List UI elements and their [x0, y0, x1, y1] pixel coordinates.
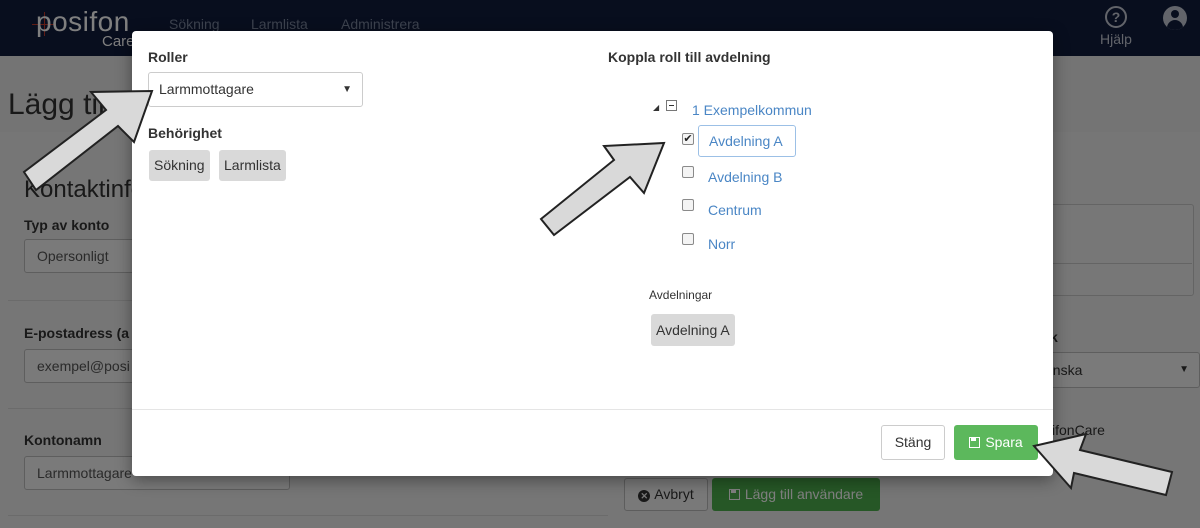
arrow-to-checkbox: [539, 141, 666, 237]
arrow-to-save-button: [1032, 432, 1174, 497]
arrow-to-role-select: [22, 89, 154, 192]
annotation-arrows: [22, 89, 1174, 497]
